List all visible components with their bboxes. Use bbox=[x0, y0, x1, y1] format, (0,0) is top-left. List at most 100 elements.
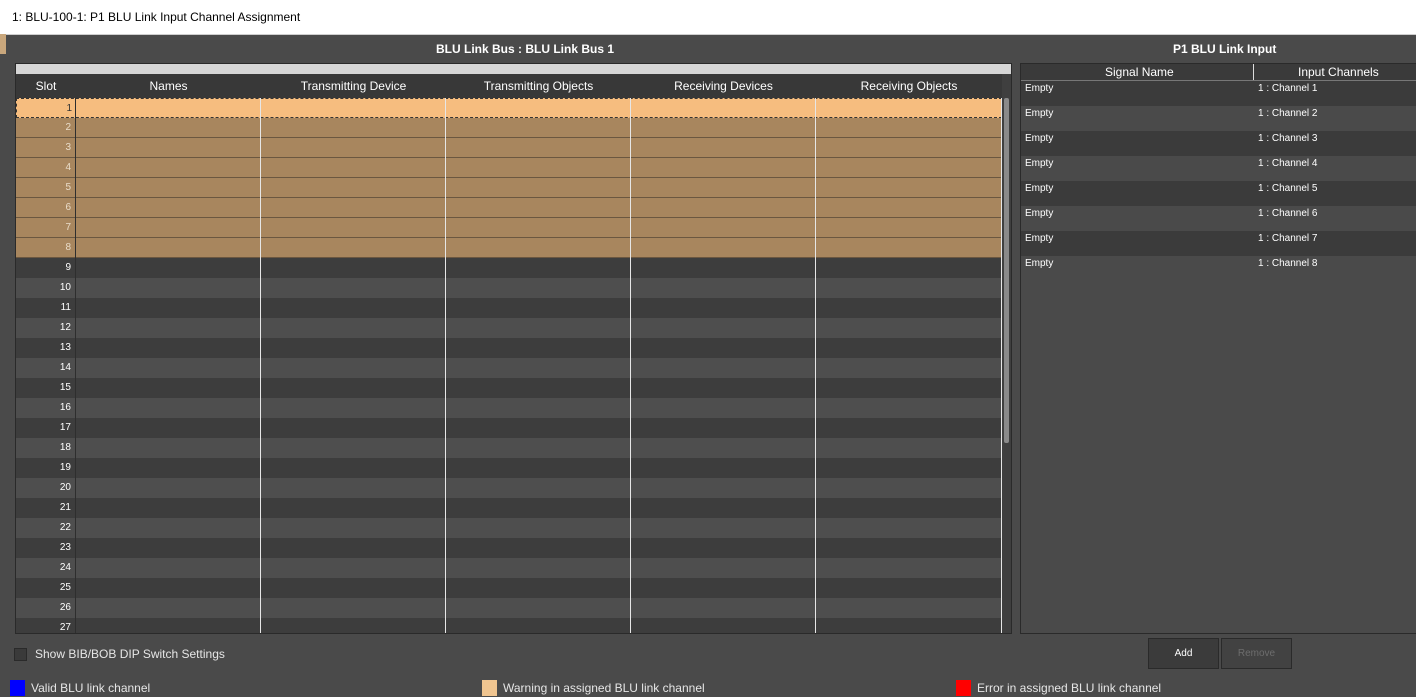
signal-name-cell: Empty bbox=[1025, 83, 1054, 94]
slot-number: 18 bbox=[59, 442, 71, 453]
column-header-signal-name[interactable]: Signal Name bbox=[1105, 65, 1174, 79]
input-row[interactable]: Empty 1 : Channel 5 bbox=[1021, 181, 1416, 206]
slot-number: 22 bbox=[59, 522, 71, 533]
legend-valid-swatch bbox=[10, 680, 25, 696]
legend-warning: Warning in assigned BLU link channel bbox=[482, 679, 705, 697]
signal-name-cell: Empty bbox=[1025, 133, 1054, 144]
table-row[interactable]: 10 bbox=[16, 278, 1002, 298]
table-row[interactable]: 4 bbox=[16, 158, 1002, 178]
column-header-receiving-devices[interactable]: Receiving Devices bbox=[631, 79, 816, 93]
table-row[interactable]: 7 bbox=[16, 218, 1002, 238]
table-row[interactable]: 21 bbox=[16, 498, 1002, 518]
table-row[interactable]: 6 bbox=[16, 198, 1002, 218]
bus-panel-title: BLU Link Bus : BLU Link Bus 1 bbox=[436, 42, 615, 56]
column-header-input-channels[interactable]: Input Channels bbox=[1298, 65, 1379, 79]
slot-number: 16 bbox=[59, 402, 71, 413]
slot-number: 6 bbox=[65, 202, 71, 213]
slot-number: 5 bbox=[65, 182, 71, 193]
slot-number: 27 bbox=[59, 622, 71, 633]
column-header-transmitting-objects[interactable]: Transmitting Objects bbox=[446, 79, 631, 93]
slot-number: 7 bbox=[65, 222, 71, 233]
slot-number: 4 bbox=[65, 162, 71, 173]
title-bar: 1: BLU-100-1: P1 BLU Link Input Channel … bbox=[0, 0, 1416, 35]
slot-number: 12 bbox=[59, 322, 71, 333]
slot-number: 10 bbox=[59, 282, 71, 293]
column-divider bbox=[1001, 98, 1002, 633]
table-row[interactable]: 16 bbox=[16, 398, 1002, 418]
table-row[interactable]: 9 bbox=[16, 258, 1002, 278]
input-channel-cell: 1 : Channel 8 bbox=[1258, 258, 1318, 269]
column-header-receiving-objects[interactable]: Receiving Objects bbox=[816, 79, 1002, 93]
vertical-scrollbar[interactable] bbox=[1004, 98, 1009, 443]
table-row[interactable]: 5 bbox=[16, 178, 1002, 198]
column-divider bbox=[75, 98, 76, 633]
slot-number: 19 bbox=[59, 462, 71, 473]
slot-number: 14 bbox=[59, 362, 71, 373]
legend-error-label: Error in assigned BLU link channel bbox=[977, 681, 1162, 695]
input-channel-cell: 1 : Channel 1 bbox=[1258, 83, 1318, 94]
slot-number: 15 bbox=[59, 382, 71, 393]
bus-slot-table[interactable]: Slot Names Transmitting Device Transmitt… bbox=[15, 63, 1012, 634]
slot-number: 21 bbox=[59, 502, 71, 513]
slot-number: 8 bbox=[65, 242, 71, 253]
input-row[interactable]: Empty 1 : Channel 8 bbox=[1021, 256, 1416, 281]
input-row[interactable]: Empty 1 : Channel 4 bbox=[1021, 156, 1416, 181]
input-row[interactable]: Empty 1 : Channel 3 bbox=[1021, 131, 1416, 156]
slot-number: 24 bbox=[59, 562, 71, 573]
table-row[interactable]: 2 bbox=[16, 118, 1002, 138]
slot-number: 9 bbox=[65, 262, 71, 273]
legend-valid-label: Valid BLU link channel bbox=[31, 681, 151, 695]
slot-number: 17 bbox=[59, 422, 71, 433]
legend-error: Error in assigned BLU link channel bbox=[956, 679, 1161, 697]
signal-name-cell: Empty bbox=[1025, 158, 1054, 169]
signal-name-cell: Empty bbox=[1025, 108, 1054, 119]
table-row[interactable]: 14 bbox=[16, 358, 1002, 378]
table-row[interactable]: 13 bbox=[16, 338, 1002, 358]
table-row[interactable]: 17 bbox=[16, 418, 1002, 438]
slot-number: 23 bbox=[59, 542, 71, 553]
column-divider bbox=[445, 98, 446, 633]
input-panel-title: P1 BLU Link Input bbox=[1173, 42, 1277, 56]
table-row[interactable]: 12 bbox=[16, 318, 1002, 338]
table-row[interactable]: 15 bbox=[16, 378, 1002, 398]
table-row[interactable]: 25 bbox=[16, 578, 1002, 598]
remove-button[interactable]: Remove bbox=[1221, 638, 1292, 669]
input-row[interactable]: Empty 1 : Channel 7 bbox=[1021, 231, 1416, 256]
column-divider bbox=[1253, 64, 1254, 80]
show-dip-checkbox[interactable] bbox=[14, 647, 27, 661]
legend-error-swatch bbox=[956, 680, 971, 696]
table-row[interactable]: 23 bbox=[16, 538, 1002, 558]
input-row[interactable]: Empty 1 : Channel 6 bbox=[1021, 206, 1416, 231]
table-row[interactable]: 18 bbox=[16, 438, 1002, 458]
table-row[interactable]: 8 bbox=[16, 238, 1002, 258]
slot-number: 11 bbox=[60, 302, 71, 313]
table-row[interactable]: 22 bbox=[16, 518, 1002, 538]
bus-table-body: 1 2 3 4 5 6 7 8 9 10 11 12 13 14 15 16 17 18 19 20 21 22 23 24 2… bbox=[16, 98, 1002, 633]
show-dip-label[interactable]: Show BIB/BOB DIP Switch Settings bbox=[35, 647, 225, 661]
table-row[interactable]: 26 bbox=[16, 598, 1002, 618]
input-table-header: Signal Name Input Channels bbox=[1021, 64, 1416, 81]
table-row[interactable]: 3 bbox=[16, 138, 1002, 158]
background-window-edge bbox=[0, 34, 6, 54]
column-divider bbox=[260, 98, 261, 633]
table-row[interactable]: 24 bbox=[16, 558, 1002, 578]
slot-number: 25 bbox=[59, 582, 71, 593]
input-row[interactable]: Empty 1 : Channel 1 bbox=[1021, 81, 1416, 106]
legend-warning-swatch bbox=[482, 680, 497, 696]
column-divider bbox=[630, 98, 631, 633]
table-row[interactable]: 27 bbox=[16, 618, 1002, 633]
column-header-transmitting-device[interactable]: Transmitting Device bbox=[261, 79, 446, 93]
input-channel-table[interactable]: Signal Name Input Channels Empty 1 : Chan… bbox=[1020, 63, 1416, 634]
table-row[interactable]: 20 bbox=[16, 478, 1002, 498]
table-row[interactable]: 11 bbox=[16, 298, 1002, 318]
input-row[interactable]: Empty 1 : Channel 2 bbox=[1021, 106, 1416, 131]
show-dip-option[interactable]: Show BIB/BOB DIP Switch Settings bbox=[14, 647, 225, 661]
input-channel-cell: 1 : Channel 5 bbox=[1258, 183, 1318, 194]
table-row[interactable]: 19 bbox=[16, 458, 1002, 478]
column-header-names[interactable]: Names bbox=[76, 79, 261, 93]
column-header-slot[interactable]: Slot bbox=[16, 79, 76, 93]
add-button[interactable]: Add bbox=[1148, 638, 1219, 669]
slot-number: 1 bbox=[66, 103, 72, 114]
input-channel-cell: 1 : Channel 3 bbox=[1258, 133, 1318, 144]
table-row[interactable]: 1 bbox=[16, 98, 1002, 118]
